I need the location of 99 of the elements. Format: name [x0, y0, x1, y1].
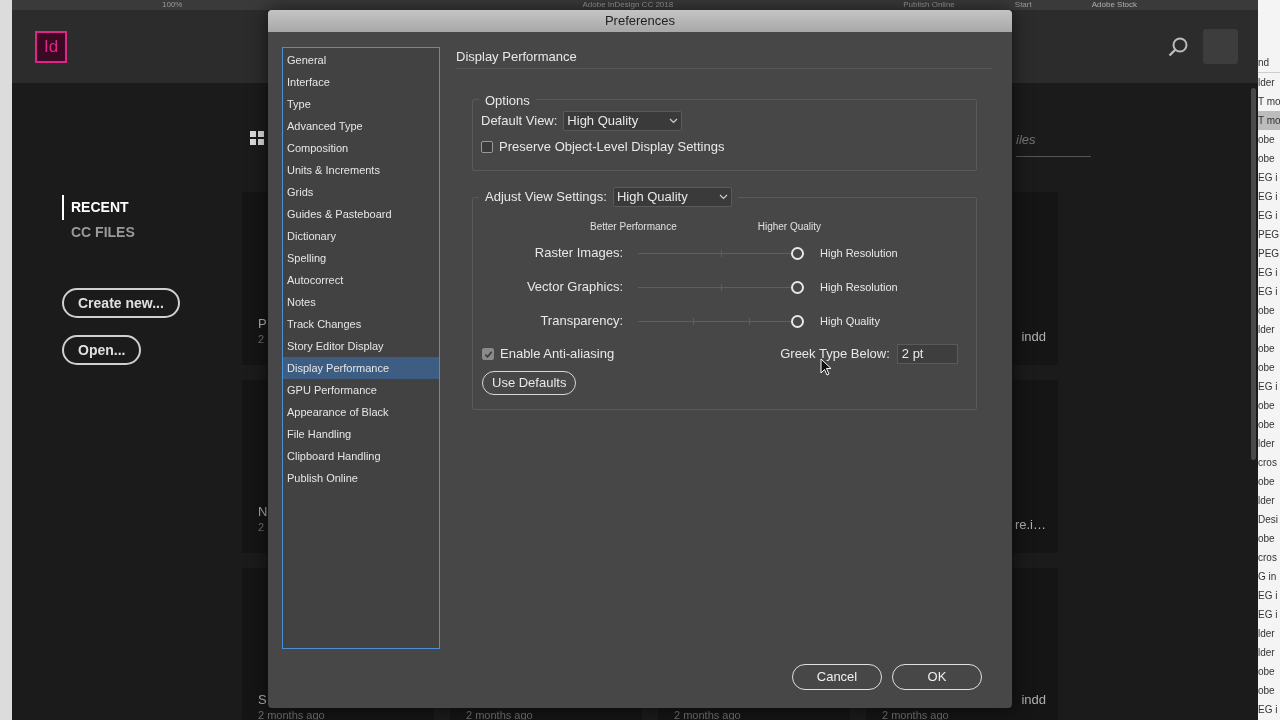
finder-row[interactable]: lder [1258, 73, 1280, 92]
app-title: Adobe InDesign CC 2018 [582, 0, 674, 10]
finder-row[interactable]: obe [1258, 529, 1280, 548]
category-item[interactable]: Units & Increments [283, 159, 439, 181]
finder-row[interactable]: lder [1258, 491, 1280, 510]
category-item[interactable]: Appearance of Black [283, 401, 439, 423]
finder-row[interactable]: obe [1258, 415, 1280, 434]
finder-row[interactable]: EG i [1258, 586, 1280, 605]
category-item[interactable]: Publish Online [283, 467, 439, 489]
scale-label: Better Performance [590, 219, 677, 234]
finder-row[interactable]: obe [1258, 662, 1280, 681]
finder-row[interactable]: cros [1258, 548, 1280, 567]
slider-thumb[interactable] [791, 280, 804, 294]
checkbox-label: Enable Anti-aliasing [500, 345, 615, 364]
category-item[interactable]: Story Editor Display [283, 335, 439, 357]
finder-row[interactable]: T mo [1258, 92, 1280, 111]
finder-row[interactable]: obe [1258, 472, 1280, 491]
slider-value: High Quality [820, 313, 880, 329]
checkbox[interactable] [482, 348, 494, 360]
greek-type-field[interactable]: 2 pt [896, 344, 958, 364]
finder-row[interactable]: EG i [1258, 605, 1280, 624]
file-date: 2 [258, 522, 265, 532]
files-tab[interactable]: iles [1016, 130, 1091, 157]
finder-row[interactable]: EG i [1258, 263, 1280, 282]
category-item[interactable]: Autocorrect [283, 269, 439, 291]
category-item[interactable]: File Handling [283, 423, 439, 445]
finder-row[interactable]: G in [1258, 567, 1280, 586]
finder-row[interactable]: obe [1258, 358, 1280, 377]
finder-row[interactable]: cros [1258, 453, 1280, 472]
field-label: Default View: [481, 112, 558, 131]
category-item[interactable]: Clipboard Handling [283, 445, 439, 467]
category-item[interactable]: General [283, 49, 439, 71]
category-item[interactable]: Dictionary [283, 225, 439, 247]
file-name: N [258, 505, 268, 519]
finder-row[interactable]: EG i [1258, 700, 1280, 719]
workspace-menu[interactable]: Start [1014, 0, 1032, 10]
nav-tab[interactable]: CC FILES [62, 220, 242, 245]
finder-row[interactable]: EG i [1258, 282, 1280, 301]
finder-row[interactable]: obe [1258, 396, 1280, 415]
finder-row[interactable]: obe [1258, 301, 1280, 320]
action-button[interactable]: Create new... [62, 288, 180, 318]
finder-row[interactable]: obe [1258, 149, 1280, 168]
checkbox-label: Preserve Object-Level Display Settings [499, 138, 725, 156]
chevron-icon [669, 118, 679, 124]
finder-row[interactable]: obe [1258, 681, 1280, 700]
slider-value: High Resolution [820, 279, 898, 295]
view-select[interactable]: High Quality [612, 187, 732, 207]
category-item[interactable]: Composition [283, 137, 439, 159]
slider-thumb[interactable] [791, 314, 804, 328]
field-label: Adjust View Settings: [485, 188, 607, 207]
app-logo: Id [35, 30, 67, 63]
category-item[interactable]: GPU Performance [283, 379, 439, 401]
category-item[interactable]: Grids [283, 181, 439, 203]
category-item[interactable]: Type [283, 93, 439, 115]
file-name: re.i… [1014, 518, 1046, 532]
finder-row[interactable]: EG i [1258, 187, 1280, 206]
checkbox[interactable] [481, 140, 493, 153]
pane-heading: Display Performance [456, 47, 992, 69]
finder-row[interactable]: EG i [1258, 377, 1280, 396]
finder-row[interactable]: lder [1258, 643, 1280, 662]
file-name: S [258, 693, 267, 707]
finder-row[interactable]: PEG [1258, 244, 1280, 263]
category-item[interactable]: Spelling [283, 247, 439, 269]
zoom-level[interactable]: 100% [162, 0, 183, 10]
file-name: indd [1021, 330, 1046, 344]
slider-label: Vector Graphics: [525, 278, 623, 297]
field-label: Greek Type Below: [780, 344, 890, 364]
slider-value: High Resolution [820, 245, 898, 261]
finder-row[interactable]: obe [1258, 130, 1280, 149]
category-item[interactable]: Guides & Pasteboard [283, 203, 439, 225]
finder-row[interactable]: EG i [1258, 206, 1280, 225]
finder-row[interactable]: obe [1258, 339, 1280, 358]
scale-label: Higher Quality [757, 219, 822, 234]
finder-row[interactable]: EG i [1258, 168, 1280, 187]
finder-row[interactable]: Desi [1258, 510, 1280, 529]
slider-label: Transparency: [539, 312, 623, 331]
file-date: 2 [258, 334, 265, 344]
file-name: indd [1021, 693, 1046, 707]
finder-row[interactable]: T mo [1258, 111, 1280, 130]
category-item[interactable]: Display Performance [283, 357, 439, 379]
grid-view-icon[interactable] [250, 130, 264, 145]
chevron-icon [718, 194, 728, 200]
slider-label: Raster Images: [533, 244, 623, 263]
stock-search-field[interactable]: Adobe Stock [1091, 0, 1138, 10]
search-icon[interactable] [1167, 35, 1189, 58]
finder-row[interactable]: PEG [1258, 225, 1280, 244]
category-item[interactable]: Advanced Type [283, 115, 439, 137]
category-item[interactable]: Notes [283, 291, 439, 313]
finder-row[interactable]: lder [1258, 624, 1280, 643]
dialog-title: Preferences [268, 10, 1012, 32]
slider-thumb[interactable] [791, 246, 804, 260]
action-button[interactable]: Open... [62, 335, 142, 365]
finder-row[interactable]: lder [1258, 434, 1280, 453]
finder-header: nd [1258, 53, 1280, 73]
view-select[interactable]: High Quality [563, 111, 683, 131]
category-item[interactable]: Track Changes [283, 313, 439, 335]
finder-row[interactable]: lder [1258, 320, 1280, 339]
category-item[interactable]: Interface [283, 71, 439, 93]
file-name: P [258, 317, 267, 331]
